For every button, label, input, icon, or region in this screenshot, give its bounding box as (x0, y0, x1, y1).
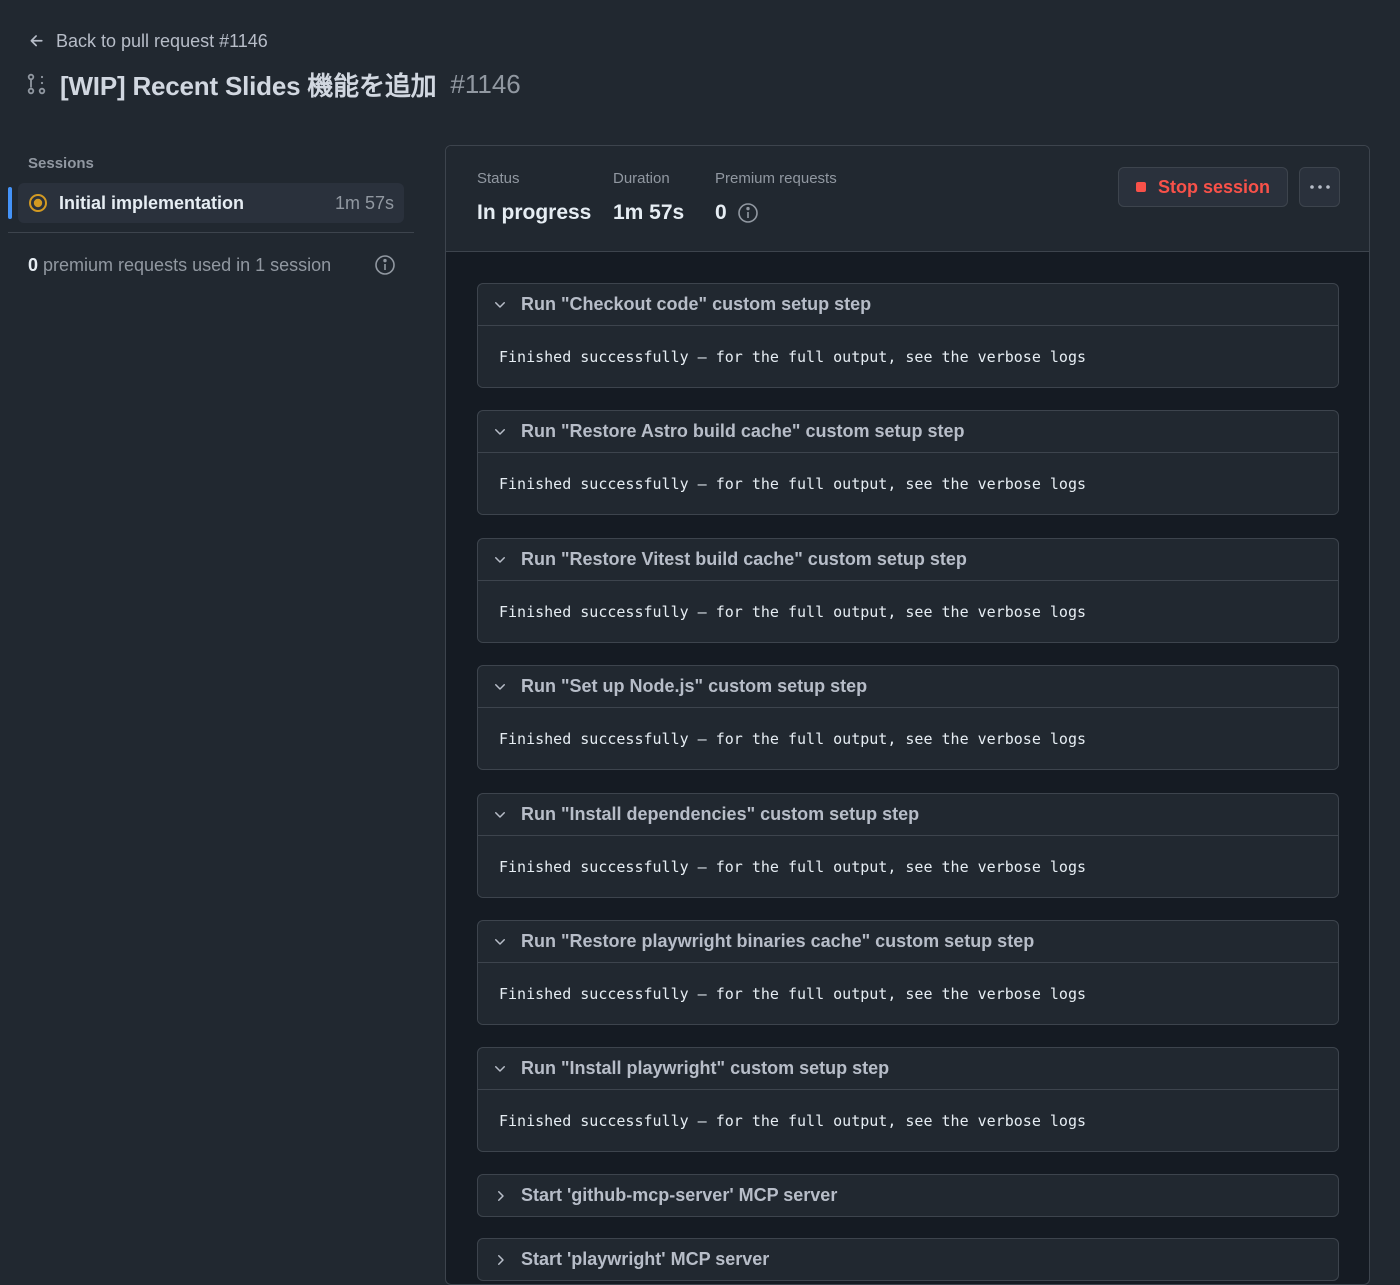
step-toggle[interactable]: Run "Checkout code" custom setup step (478, 284, 1338, 325)
status-stat: Status In progress (477, 170, 591, 225)
setup-step: Run "Restore playwright binaries cache" … (477, 920, 1339, 1025)
step-toggle[interactable]: Run "Restore Astro build cache" custom s… (478, 411, 1338, 452)
step-title: Start 'playwright' MCP server (521, 1249, 770, 1269)
session-name: Initial implementation (59, 192, 245, 213)
step-title: Run "Install dependencies" custom setup … (521, 804, 920, 824)
duration-label: Duration (613, 170, 670, 187)
sidebar-divider (8, 232, 414, 233)
chevron-down-icon (492, 934, 508, 950)
chevron-down-icon (492, 424, 508, 440)
step-toggle[interactable]: Run "Install playwright" custom setup st… (478, 1048, 1338, 1089)
step-title: Start 'github-mcp-server' MCP server (521, 1185, 838, 1205)
premium-requests-value-row: 0 (715, 201, 837, 225)
premium-usage-summary: 0 premium requests used in 1 session (28, 252, 396, 278)
chevron-down-icon (492, 297, 508, 313)
step-title: Run "Install playwright" custom setup st… (521, 1058, 890, 1078)
git-pull-request-draft-icon (26, 72, 48, 96)
step-toggle[interactable]: Start 'github-mcp-server' MCP server (478, 1175, 1338, 1216)
setup-step: Run "Restore Astro build cache" custom s… (477, 410, 1339, 515)
step-output: Finished successfully – for the full out… (478, 707, 1338, 769)
premium-usage-text: premium requests used in 1 session (43, 254, 332, 275)
chevron-down-icon (492, 552, 508, 568)
chevron-down-icon (492, 679, 508, 695)
session-duration: 1m 57s (334, 192, 394, 213)
premium-usage-count: 0 (28, 254, 39, 275)
step-title: Run "Restore Astro build cache" custom s… (521, 421, 965, 441)
premium-requests-value: 0 (715, 201, 727, 224)
back-to-pull-request-link[interactable]: Back to pull request #1146 (28, 29, 268, 53)
chevron-right-icon (492, 1252, 508, 1268)
arrow-left-icon (28, 32, 46, 50)
sessions-heading: Sessions (28, 155, 94, 172)
status-value: In progress (477, 201, 592, 224)
stop-icon (1135, 182, 1146, 192)
step-output: Finished successfully – for the full out… (478, 325, 1338, 387)
pull-request-number: #1146 (450, 68, 521, 99)
pull-request-title: [WIP] Recent Slides 機能を追加 (60, 70, 437, 101)
setup-step: Run "Install playwright" custom setup st… (477, 1047, 1339, 1152)
duration-value: 1m 57s (613, 201, 685, 224)
chevron-down-icon (492, 1061, 508, 1077)
step-toggle[interactable]: Run "Install dependencies" custom setup … (478, 794, 1338, 835)
status-label: Status (477, 170, 520, 187)
step-toggle[interactable]: Start 'playwright' MCP server (478, 1239, 1338, 1280)
step-toggle[interactable]: Run "Set up Node.js" custom setup step (478, 666, 1338, 707)
chevron-right-icon (492, 1188, 508, 1204)
session-summary-header: Status In progress Duration 1m 57s Premi… (446, 146, 1369, 252)
setup-step: Run "Restore Vitest build cache" custom … (477, 538, 1339, 643)
kebab-horizontal-icon (1308, 183, 1332, 191)
info-icon[interactable] (737, 202, 759, 224)
setup-step: Run "Install dependencies" custom setup … (477, 793, 1339, 898)
step-output: Finished successfully – for the full out… (478, 835, 1338, 897)
step-output: Finished successfully – for the full out… (478, 1089, 1338, 1151)
page-title: [WIP] Recent Slides 機能を追加 #1146 (26, 66, 521, 102)
duration-stat: Duration 1m 57s (613, 170, 684, 225)
chevron-down-icon (492, 807, 508, 823)
step-toggle[interactable]: Run "Restore playwright binaries cache" … (478, 921, 1338, 962)
info-icon[interactable] (374, 254, 396, 276)
session-item-initial-implementation[interactable]: Initial implementation 1m 57s (18, 183, 404, 223)
step-title: Run "Restore playwright binaries cache" … (521, 931, 1035, 951)
step-title: Run "Checkout code" custom setup step (521, 294, 872, 314)
step-title: Run "Set up Node.js" custom setup step (521, 676, 868, 696)
step-output: Finished successfully – for the full out… (478, 962, 1338, 1024)
stop-session-button[interactable]: Stop session (1118, 167, 1288, 207)
setup-step: Run "Set up Node.js" custom setup step F… (477, 665, 1339, 770)
setup-step: Run "Checkout code" custom setup step Fi… (477, 283, 1339, 388)
active-session-indicator (8, 187, 12, 219)
session-details-panel: Status In progress Duration 1m 57s Premi… (445, 145, 1370, 1285)
premium-requests-stat: Premium requests 0 (715, 170, 837, 225)
premium-requests-label: Premium requests (715, 170, 837, 187)
setup-step: Start 'playwright' MCP server (477, 1238, 1339, 1281)
step-output: Finished successfully – for the full out… (478, 452, 1338, 514)
step-output: Finished successfully – for the full out… (478, 580, 1338, 642)
back-link-label: Back to pull request #1146 (56, 30, 268, 51)
setup-step: Start 'github-mcp-server' MCP server (477, 1174, 1339, 1217)
in-progress-status-icon (28, 193, 48, 213)
stop-session-label: Stop session (1157, 176, 1271, 197)
step-toggle[interactable]: Run "Restore Vitest build cache" custom … (478, 539, 1338, 580)
more-options-button[interactable] (1299, 167, 1340, 207)
step-title: Run "Restore Vitest build cache" custom … (521, 549, 967, 569)
